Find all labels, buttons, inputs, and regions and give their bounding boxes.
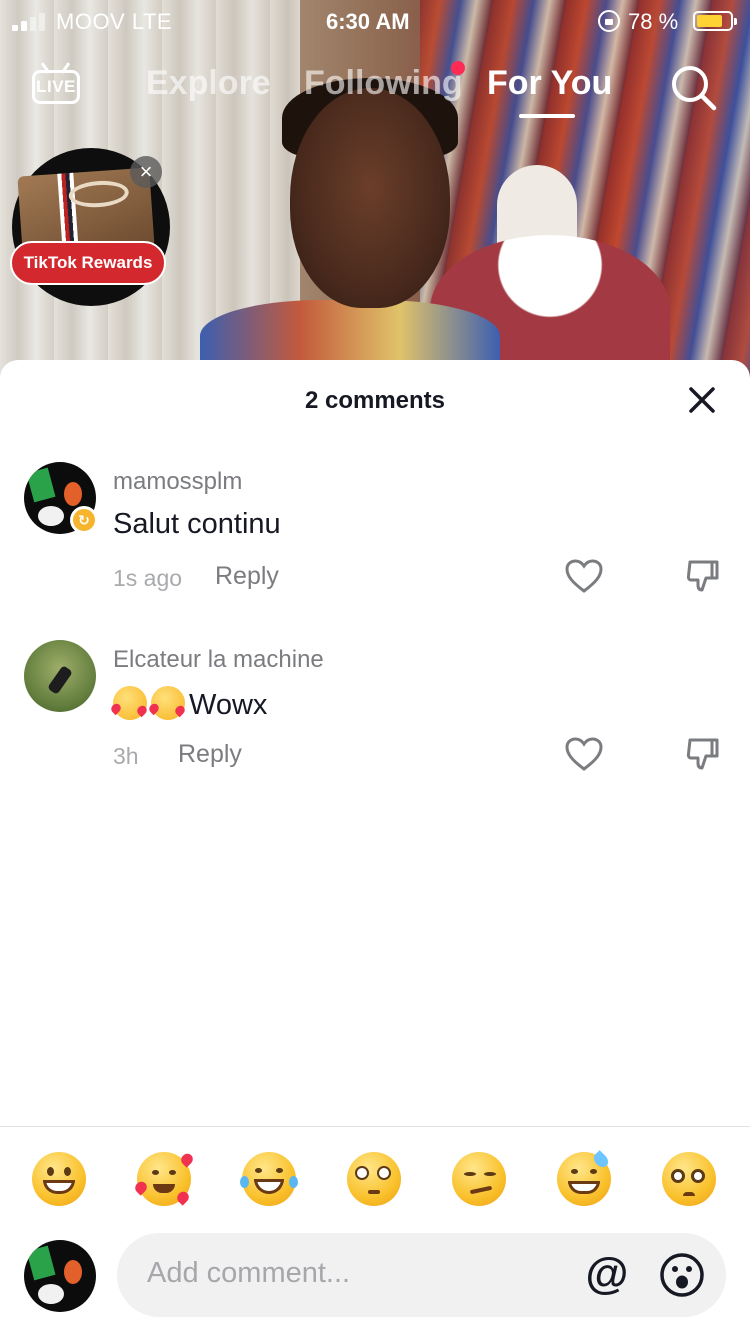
tab-explore[interactable]: Explore [146,64,271,103]
heart-icon[interactable] [564,558,604,594]
avatar[interactable] [24,640,96,712]
smiling-face-with-hearts-icon [147,686,187,720]
active-tab-indicator [519,114,575,118]
reply-button[interactable]: Reply [178,740,242,769]
tab-for-you[interactable]: For You [487,64,612,103]
rewards-close-button[interactable]: × [130,156,162,188]
comment-username[interactable]: mamossplm [113,468,242,496]
face-with-tears-of-joy-icon[interactable] [240,1152,298,1206]
divider [0,1126,750,1127]
comment-input-bar: Add comment... @ [0,1230,750,1320]
flushed-face-icon[interactable] [347,1152,401,1206]
comment-item: Elcateur la machine Wowx 3h Reply [0,640,750,790]
mention-icon[interactable]: @ [583,1251,631,1299]
signal-icon [12,13,45,31]
search-icon[interactable] [668,62,718,112]
pleading-face-icon[interactable] [662,1152,716,1206]
refresh-badge-icon: ↻ [70,506,98,534]
comment-time: 3h [113,743,139,769]
comment-text-body: Wowx [189,689,268,721]
comment-time: 1s ago [113,565,183,591]
orientation-lock-icon [598,10,620,32]
notification-dot [451,61,465,75]
live-label: LIVE [36,77,76,96]
rewards-label: TikTok Rewards [10,241,166,285]
heart-icon[interactable] [564,736,604,772]
battery-percent: 78 % [628,9,679,34]
my-avatar[interactable] [24,1240,96,1312]
status-bar: MOOV LTE 6:30 AM 78 % [0,0,750,40]
comment-input[interactable]: Add comment... @ [117,1233,726,1317]
comment-username[interactable]: Elcateur la machine [113,646,324,674]
person-head [290,88,450,308]
quick-emoji-row [0,1150,750,1208]
comment-item: ↻ mamossplm Salut continu 1s ago Reply [0,462,750,612]
comment-input-placeholder: Add comment... [147,1257,351,1289]
smiling-face-with-hearts-icon[interactable] [132,1151,196,1206]
carrier-label: MOOV LTE [56,9,173,34]
smirking-face-icon[interactable] [452,1152,506,1206]
tiktok-rewards-badge[interactable]: TikTok Rewards × [10,148,170,306]
close-icon[interactable] [684,382,720,418]
tab-following[interactable]: Following [304,64,463,103]
dislike-icon[interactable] [684,558,720,594]
battery-icon [693,11,737,31]
emoji-icon[interactable] [659,1252,705,1298]
comment-text: Salut continu [113,508,281,540]
comments-sheet: 2 comments ↻ mamossplm Salut continu 1s … [0,360,750,1334]
clock: 6:30 AM [326,9,410,34]
comments-count-title: 2 comments [304,387,446,414]
smiling-face-with-hearts-icon [109,686,149,720]
live-button[interactable]: LIVE [30,60,82,108]
comment-text: Wowx [109,686,268,722]
reply-button[interactable]: Reply [215,562,279,591]
dislike-icon[interactable] [684,736,720,772]
grinning-sweat-face-icon[interactable] [557,1150,611,1206]
grinning-face-icon[interactable] [32,1152,86,1206]
